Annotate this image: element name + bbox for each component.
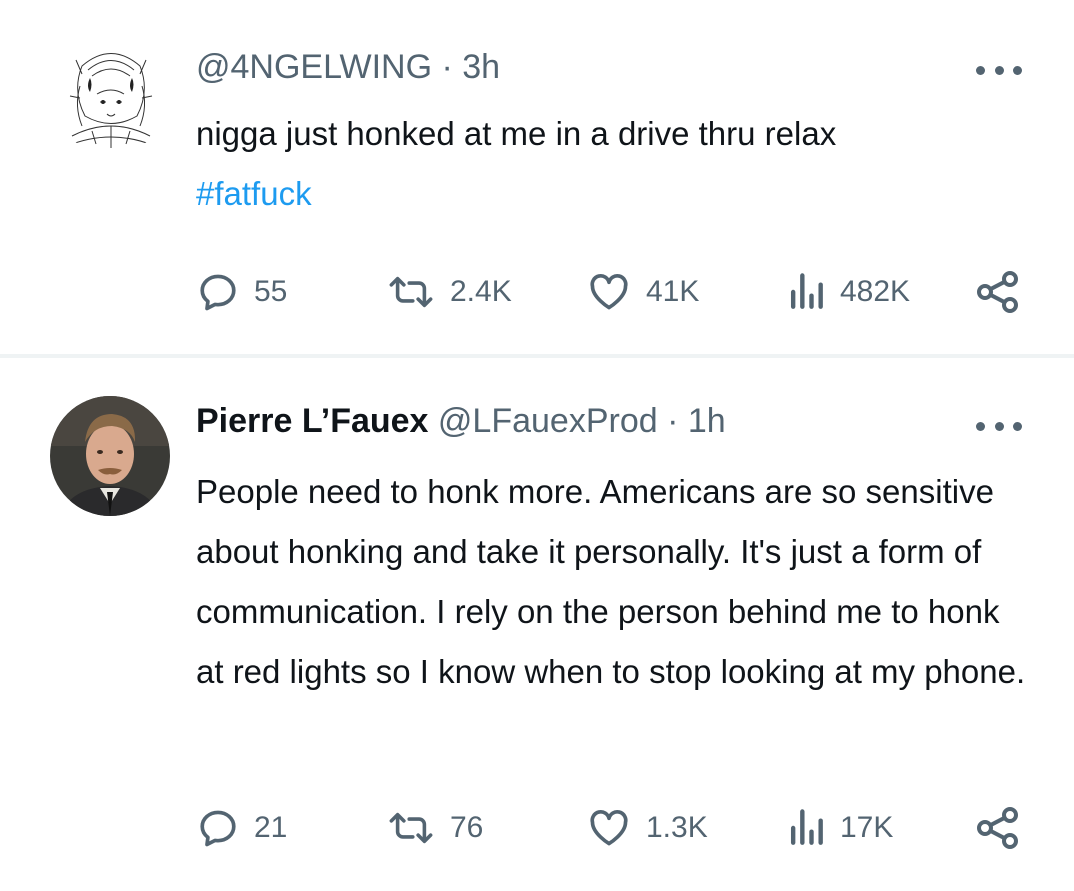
like-count: 41K (646, 275, 700, 308)
tweet-1[interactable]: @4NGELWING · 3h nigga just honked at me … (0, 0, 1074, 356)
view-count: 482K (840, 275, 911, 308)
tweet-body: nigga just honked at me in a drive thru … (196, 115, 837, 152)
reply-icon (200, 810, 236, 847)
views-chart-icon (790, 809, 823, 845)
retweet-icon (389, 276, 433, 308)
share-button[interactable] (974, 804, 1022, 852)
display-name[interactable]: Pierre L’Fauex (196, 402, 428, 440)
retweet-button[interactable]: 76 (386, 806, 483, 850)
view-count: 17K (840, 811, 894, 844)
more-options-icon[interactable] (976, 418, 1022, 434)
action-bar: 55 2.4K 41K 482K (0, 262, 1074, 322)
views-button[interactable]: 482K (786, 270, 910, 314)
share-icon (977, 271, 1018, 313)
user-handle[interactable]: @4NGELWING (196, 48, 432, 86)
reply-count: 21 (254, 811, 288, 844)
timestamp[interactable]: 3h (462, 48, 500, 86)
heart-icon (590, 810, 628, 846)
avatar[interactable] (50, 396, 170, 516)
like-button[interactable]: 1.3K (586, 806, 708, 850)
like-count: 1.3K (646, 811, 708, 844)
tweet-text: nigga just honked at me in a drive thru … (196, 104, 1036, 224)
retweet-count: 2.4K (450, 275, 512, 308)
share-button[interactable] (974, 268, 1022, 316)
profile-photo (50, 396, 170, 516)
heart-icon (590, 274, 628, 310)
reply-icon (200, 274, 236, 311)
reply-button[interactable]: 55 (196, 270, 287, 314)
separator: · (432, 48, 463, 86)
hashtag-link[interactable]: #fatfuck (196, 164, 1036, 224)
timestamp[interactable]: 1h (688, 402, 726, 440)
views-button[interactable]: 17K (786, 806, 893, 850)
sketch-avatar-image (52, 36, 170, 154)
retweet-button[interactable]: 2.4K (386, 270, 512, 314)
retweet-icon (389, 812, 433, 844)
tweet-header: @4NGELWING · 3h (196, 48, 500, 87)
share-icon (977, 807, 1018, 849)
tweet-header: Pierre L’Fauex @LFauexProd · 1h (196, 402, 726, 441)
user-handle[interactable]: @LFauexProd (438, 402, 658, 440)
separator: · (657, 402, 688, 440)
avatar[interactable] (52, 36, 170, 154)
reply-button[interactable]: 21 (196, 806, 287, 850)
retweet-count: 76 (450, 811, 484, 844)
action-bar: 21 76 1.3K 17K (0, 798, 1074, 858)
views-chart-icon (790, 273, 823, 309)
reply-count: 55 (254, 275, 288, 308)
tweet-text: People need to honk more. Americans are … (196, 473, 1026, 690)
like-button[interactable]: 41K (586, 270, 699, 314)
more-options-icon[interactable] (976, 62, 1022, 78)
